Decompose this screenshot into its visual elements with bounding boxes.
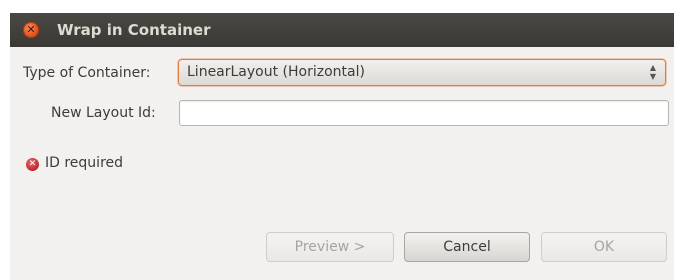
cancel-button[interactable]: Cancel xyxy=(404,232,530,262)
container-type-label: Type of Container: xyxy=(23,65,151,81)
layout-id-input[interactable] xyxy=(179,100,669,126)
container-type-select[interactable]: LinearLayout (Horizontal) ▲ ▼ xyxy=(178,59,666,86)
error-message: ID required xyxy=(45,155,124,171)
updown-arrows-icon: ▲ ▼ xyxy=(649,63,656,81)
wrap-in-container-dialog: ✕ Wrap in Container Type of Container: L… xyxy=(10,13,674,280)
ok-button[interactable]: OK xyxy=(541,232,667,262)
layout-id-label: New Layout Id: xyxy=(51,105,156,121)
close-icon[interactable]: ✕ xyxy=(23,22,39,38)
title-bar: ✕ Wrap in Container xyxy=(10,13,674,47)
container-type-value: LinearLayout (Horizontal) xyxy=(187,64,365,80)
dialog-title: Wrap in Container xyxy=(57,21,211,39)
error-icon: ✕ xyxy=(26,158,39,171)
preview-button[interactable]: Preview > xyxy=(266,232,394,262)
